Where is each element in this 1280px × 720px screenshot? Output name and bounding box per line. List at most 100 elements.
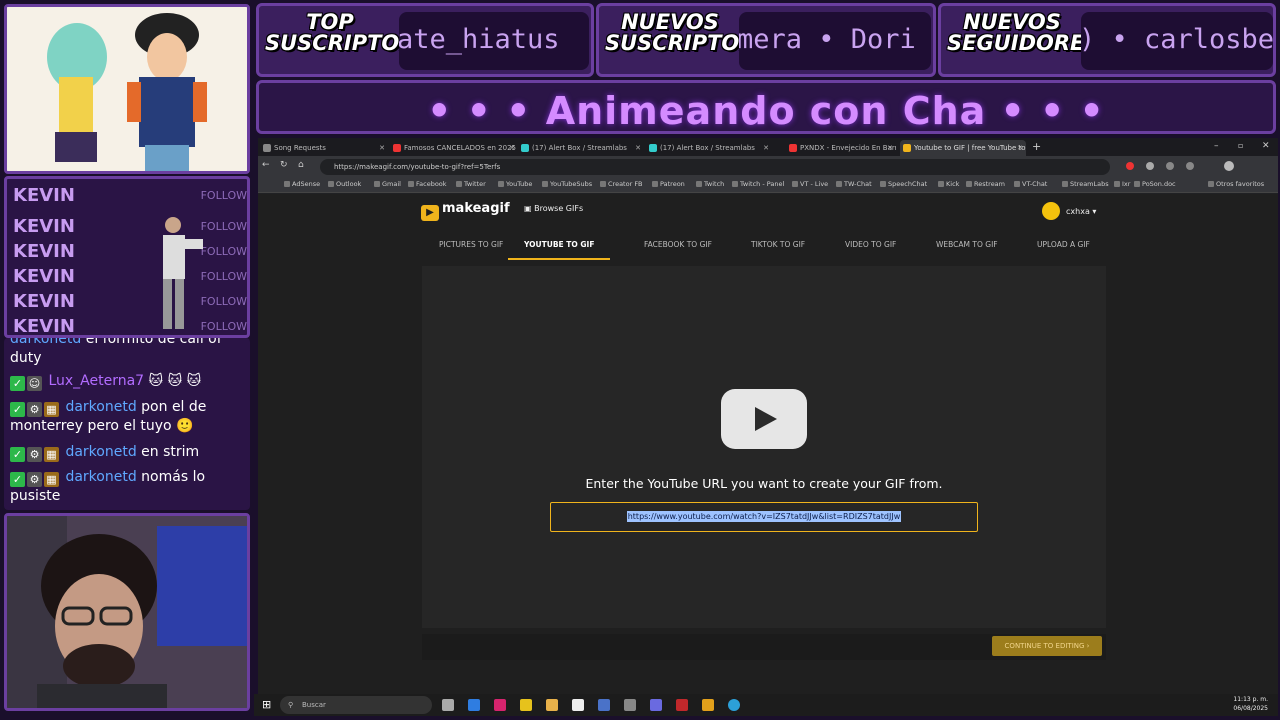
ticker-new-subs: NUEVOS SUSCRIPTORES mera • Dori [596, 3, 936, 77]
user-menu[interactable]: cxhxa ▾ [1042, 202, 1096, 220]
tab-bar: Song Requests ✕ Famosos CANCELADOS en 202… [258, 138, 1278, 156]
tab-webcam-to-gif[interactable]: WEBCAM TO GIF [936, 238, 998, 260]
bookmark-item[interactable]: Twitch - Panel [732, 180, 784, 188]
tab-tiktok-to-gif[interactable]: TIKTOK TO GIF [751, 238, 805, 260]
bookmark-item[interactable]: YouTube [498, 180, 532, 188]
banner-title: • • • Animeando con Cha • • • [427, 89, 1105, 133]
browse-gifs-label: Browse GIFs [534, 204, 584, 213]
chevron-down-icon: ▾ [1089, 207, 1097, 216]
taskbar-app-icon[interactable] [650, 699, 662, 711]
taskbar-app-icon[interactable] [676, 699, 688, 711]
window-close-icon[interactable]: ✕ [1262, 141, 1270, 151]
browser-tab[interactable]: (17) Alert Box / Streamlabs ✕ [646, 140, 772, 156]
chat-username: Lux_Aeterna7 [48, 373, 145, 389]
close-icon[interactable]: ✕ [635, 140, 641, 156]
bookmark-label: Patreon [660, 180, 685, 188]
bookmark-folder[interactable]: Otros favoritos [1208, 180, 1264, 188]
bookmark-item[interactable]: Kick [938, 180, 959, 188]
close-icon[interactable]: ✕ [379, 140, 385, 156]
address-bar[interactable]: https://makeagif.com/youtube-to-gif?ref=… [320, 159, 1110, 175]
folder-icon [1208, 181, 1214, 187]
extension-icon[interactable] [1166, 162, 1174, 170]
bookmark-icon [1014, 181, 1020, 187]
taskbar-app-icon[interactable] [702, 699, 714, 711]
browser-tab[interactable]: PXNDX - Envejecido En Barril ✕ [786, 140, 896, 156]
bookmark-item[interactable]: Twitter [456, 180, 486, 188]
youtube-url-input[interactable]: https://www.youtube.com/watch?v=IZS7tatd… [550, 502, 978, 532]
close-icon[interactable]: ✕ [887, 140, 893, 156]
tab-title: (17) Alert Box / Streamlabs [532, 144, 627, 152]
maximize-icon[interactable]: ▫ [1238, 141, 1243, 150]
browse-gifs-link[interactable]: ▣ Browse GIFs [524, 204, 583, 213]
browser-tab-active[interactable]: Youtube to GIF | free YouTube to ✕ [900, 140, 1026, 156]
close-icon[interactable]: ✕ [1017, 140, 1023, 156]
close-icon[interactable]: ✕ [509, 140, 515, 156]
ticker-text: ) • carlosbe [1081, 24, 1273, 55]
minimize-icon[interactable]: – [1214, 141, 1219, 151]
bookmark-item[interactable]: Patreon [652, 180, 685, 188]
extension-icon[interactable] [1146, 162, 1154, 170]
obs-icon[interactable] [624, 699, 636, 711]
bookmark-item[interactable]: TW-Chat [836, 180, 872, 188]
bookmark-item[interactable]: VT - Live [792, 180, 828, 188]
sub-badge-icon: ▦ [44, 472, 59, 487]
youtube-play-icon [721, 389, 807, 449]
taskbar-clock[interactable]: 11:13 p. m. 06/08/2025 [1233, 695, 1268, 713]
file-explorer-icon[interactable] [546, 699, 558, 711]
bookmark-item[interactable]: SpeechChat [880, 180, 927, 188]
bookmark-item[interactable]: Ixr [1114, 180, 1130, 188]
close-icon[interactable]: ✕ [763, 140, 769, 156]
taskbar-search[interactable]: ⚲ Buscar [280, 696, 432, 714]
taskbar-app-icon[interactable] [572, 699, 584, 711]
extension-icon[interactable] [1186, 162, 1194, 170]
taskbar-app-icon[interactable] [494, 699, 506, 711]
tab-facebook-to-gif[interactable]: FACEBOOK TO GIF [644, 238, 712, 260]
windows-taskbar: ⊞ ⚲ Buscar 11:13 p. m. 06/08/2025 [254, 694, 1278, 716]
taskbar-app-icon[interactable] [468, 699, 480, 711]
check-badge-icon: ✓ [10, 472, 25, 487]
panel-footer: CONTINUE TO EDITING › [422, 634, 1106, 660]
new-tab-plus-icon[interactable]: + [1032, 140, 1041, 153]
profile-avatar[interactable] [1224, 161, 1234, 171]
bookmark-item[interactable]: VT-Chat [1014, 180, 1047, 188]
tab-pictures-to-gif[interactable]: PICTURES TO GIF [439, 238, 503, 260]
tab-upload-a-gif[interactable]: UPLOAD A GIF [1037, 238, 1090, 260]
back-icon[interactable]: ← [262, 160, 270, 170]
bookmark-label: Gmail [382, 180, 401, 188]
tab-video-to-gif[interactable]: VIDEO TO GIF [845, 238, 896, 260]
taskbar-app-icon[interactable] [598, 699, 610, 711]
bookmark-item[interactable]: Gmail [374, 180, 401, 188]
bookmark-item[interactable]: AdSense [284, 180, 320, 188]
site-logo[interactable]: ▶ makeagif [421, 201, 510, 221]
ticker-text: ate_hiatus [399, 24, 560, 55]
youtube-url-value: https://www.youtube.com/watch?v=IZS7tatd… [626, 511, 902, 522]
tab-title: PXNDX - Envejecido En Barril [800, 144, 896, 152]
tab-title: Youtube to GIF | free YouTube to [914, 144, 1026, 152]
reload-icon[interactable]: ↻ [280, 160, 288, 170]
browser-tab[interactable]: (17) Alert Box / Streamlabs ✕ [518, 140, 644, 156]
browser-tab[interactable]: Famosos CANCELADOS en 2025 ✕ [390, 140, 518, 156]
browser-tab[interactable]: Song Requests ✕ [260, 140, 388, 156]
bookmark-item[interactable]: YouTubeSubs [542, 180, 592, 188]
mod-badge-icon: ⚙ [27, 447, 42, 462]
ticker-box: ate_hiatus [399, 12, 589, 70]
home-icon[interactable]: ⌂ [298, 160, 304, 170]
user-avatar [1042, 202, 1060, 220]
extension-icon[interactable] [1126, 162, 1134, 170]
bookmark-item[interactable]: Outlook [328, 180, 361, 188]
bookmark-item[interactable]: PoSon.doc [1134, 180, 1176, 188]
chrome-icon[interactable] [728, 699, 740, 711]
task-view-icon[interactable] [442, 699, 454, 711]
bookmark-item[interactable]: Restream [966, 180, 1005, 188]
continue-to-editing-button[interactable]: CONTINUE TO EDITING › [992, 636, 1102, 656]
taskbar-app-icon[interactable] [520, 699, 532, 711]
bookmark-item[interactable]: StreamLabs [1062, 180, 1109, 188]
follow-alerts: KEVIN FOLLOW KEVIN FOLLOW KEVIN FOLLOW KEVI… [4, 176, 250, 338]
bookmark-item[interactable]: Twitch [696, 180, 724, 188]
bookmark-item[interactable]: Creator FB [600, 180, 643, 188]
tab-title: Famosos CANCELADOS en 2025 [404, 144, 516, 152]
windows-start-icon[interactable]: ⊞ [262, 698, 271, 711]
check-badge-icon: ✓ [10, 402, 25, 417]
bookmark-item[interactable]: Facebook [408, 180, 447, 188]
tab-youtube-to-gif[interactable]: YOUTUBE TO GIF [508, 238, 611, 260]
